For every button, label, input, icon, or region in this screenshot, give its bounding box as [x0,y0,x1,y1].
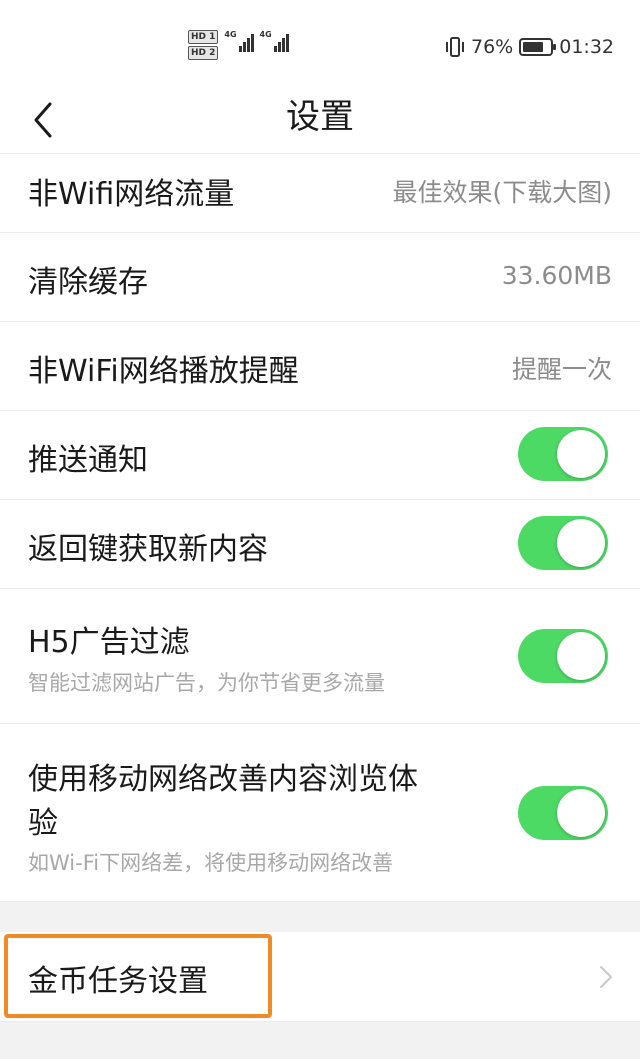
battery-percent: 76% [471,36,514,58]
push-notifications-toggle[interactable] [518,427,608,481]
setting-value: 最佳效果(下载大图) [392,178,612,207]
setting-label: 推送通知 [28,443,148,478]
section-divider [0,902,640,932]
setting-back-key-refresh: 返回键获取新内容 [0,500,640,589]
bottom-area [0,1022,640,1059]
battery-icon [519,38,557,56]
status-bar: HD 1 HD 2 4G 4G 76% 01:32 [0,0,640,92]
setting-value: 提醒一次 [511,355,612,384]
setting-label: 返回键获取新内容 [28,532,268,567]
back-key-refresh-toggle[interactable] [518,516,608,570]
setting-non-wifi-traffic[interactable]: 非Wifi网络流量 最佳效果(下载大图) [0,155,640,233]
setting-mobile-network-boost: 使用移动网络改善内容浏览体 验 如Wi-Fi下网络差，将使用移动网络改善 [0,724,640,902]
setting-clear-cache[interactable]: 清除缓存 33.60MB [0,233,640,322]
title-bar: 设置 [0,92,640,154]
vibrate-icon [446,37,464,57]
hd-badge-1: HD 1 [188,30,219,44]
setting-label: 使用移动网络改善内容浏览体 [28,762,418,797]
mobile-network-boost-toggle[interactable] [518,786,608,840]
signal-icon: 4G [224,30,254,52]
page-title: 设置 [286,97,354,137]
setting-value: 33.60MB [501,261,612,290]
h5-ad-filter-toggle[interactable] [518,629,608,683]
setting-label: 金币任务设置 [28,964,208,999]
setting-description: 如Wi-Fi下网络差，将使用移动网络改善 [28,851,394,875]
setting-label: H5广告过滤 [28,625,190,660]
signal-indicators: HD 1 HD 2 4G 4G [188,30,289,64]
setting-coin-task[interactable]: 金币任务设置 [0,932,640,1022]
chevron-right-icon [600,966,612,988]
setting-label-continued: 验 [28,806,58,841]
clock: 01:32 [559,36,614,58]
setting-non-wifi-play-reminder[interactable]: 非WiFi网络播放提醒 提醒一次 [0,322,640,411]
setting-push-notifications: 推送通知 [0,411,640,500]
setting-label: 非WiFi网络播放提醒 [28,354,299,389]
setting-h5-ad-filter: H5广告过滤 智能过滤网站广告，为你节省更多流量 [0,589,640,724]
setting-label: 非Wifi网络流量 [28,177,235,212]
signal-icon: 4G [260,30,289,52]
hd-badge-2: HD 2 [188,46,219,60]
setting-label: 清除缓存 [28,265,148,300]
setting-description: 智能过滤网站广告，为你节省更多流量 [28,671,385,695]
